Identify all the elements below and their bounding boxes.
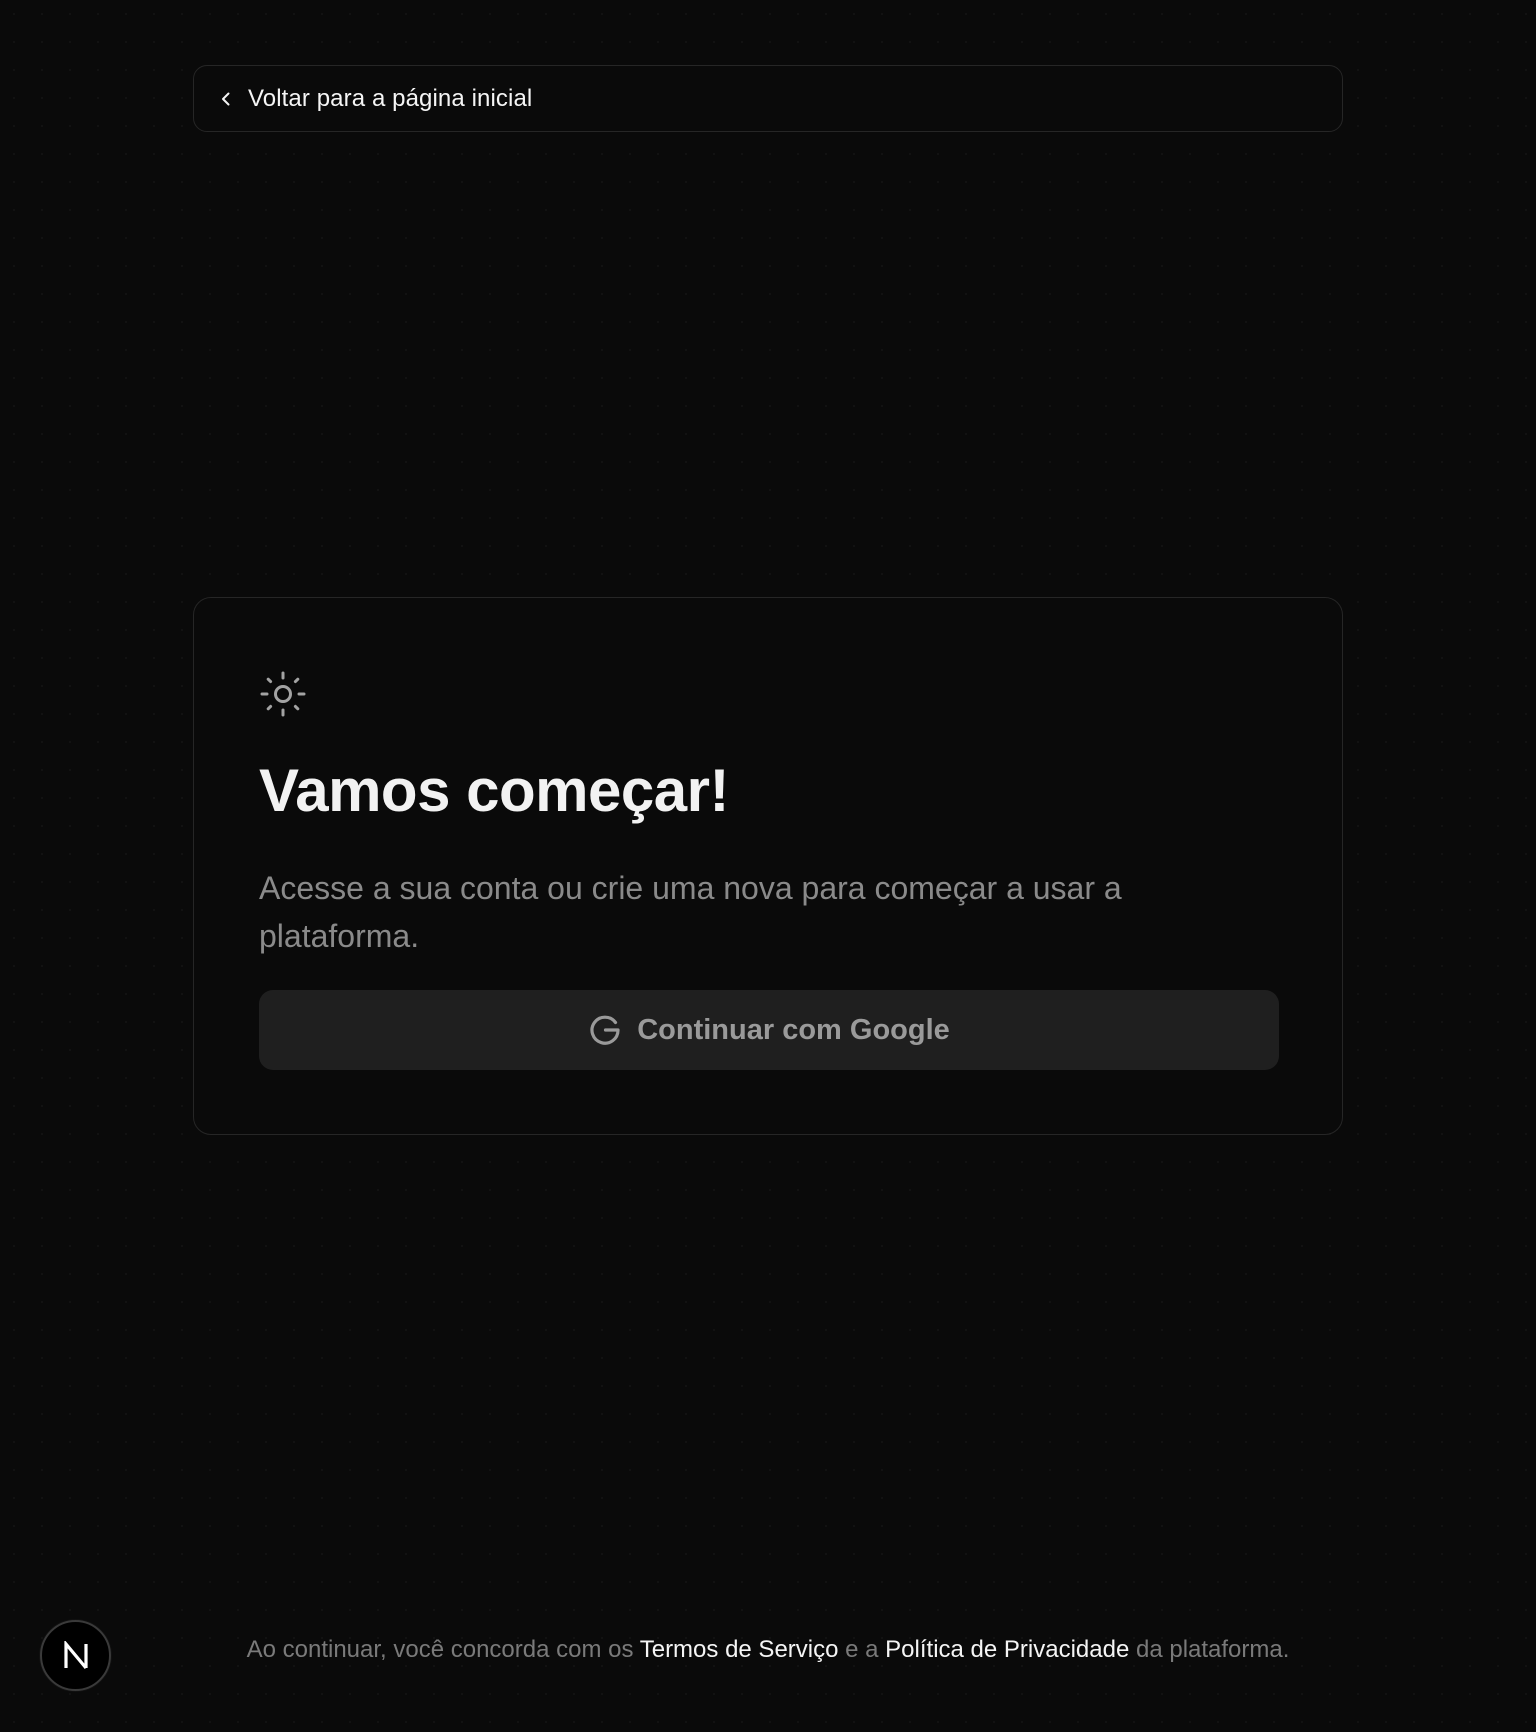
google-icon [588, 1013, 622, 1047]
back-to-home-link[interactable]: Voltar para a página inicial [193, 65, 1343, 132]
terms-notice-prefix: Ao continuar, você concorda com os [246, 1636, 640, 1663]
login-card: Vamos começar! Acesse a sua conta ou cri… [193, 597, 1343, 1135]
chevron-left-icon [218, 91, 234, 107]
back-to-home-label: Voltar para a página inicial [248, 84, 533, 112]
continue-with-google-label: Continuar com Google [637, 1013, 950, 1046]
continue-with-google-button[interactable]: Continuar com Google [259, 990, 1279, 1070]
page-title: Vamos começar! [259, 757, 729, 824]
terms-notice: Ao continuar, você concorda com os Termo… [0, 1636, 1536, 1664]
terms-notice-suffix: da plataforma. [1129, 1636, 1290, 1663]
terms-of-service-link[interactable]: Termos de Serviço [640, 1636, 839, 1663]
terms-notice-middle: e a [838, 1636, 886, 1663]
privacy-policy-link[interactable]: Política de Privacidade [885, 1636, 1129, 1663]
page-subtitle: Acesse a sua conta ou crie uma nova para… [259, 870, 1122, 954]
sun-icon [260, 671, 306, 717]
